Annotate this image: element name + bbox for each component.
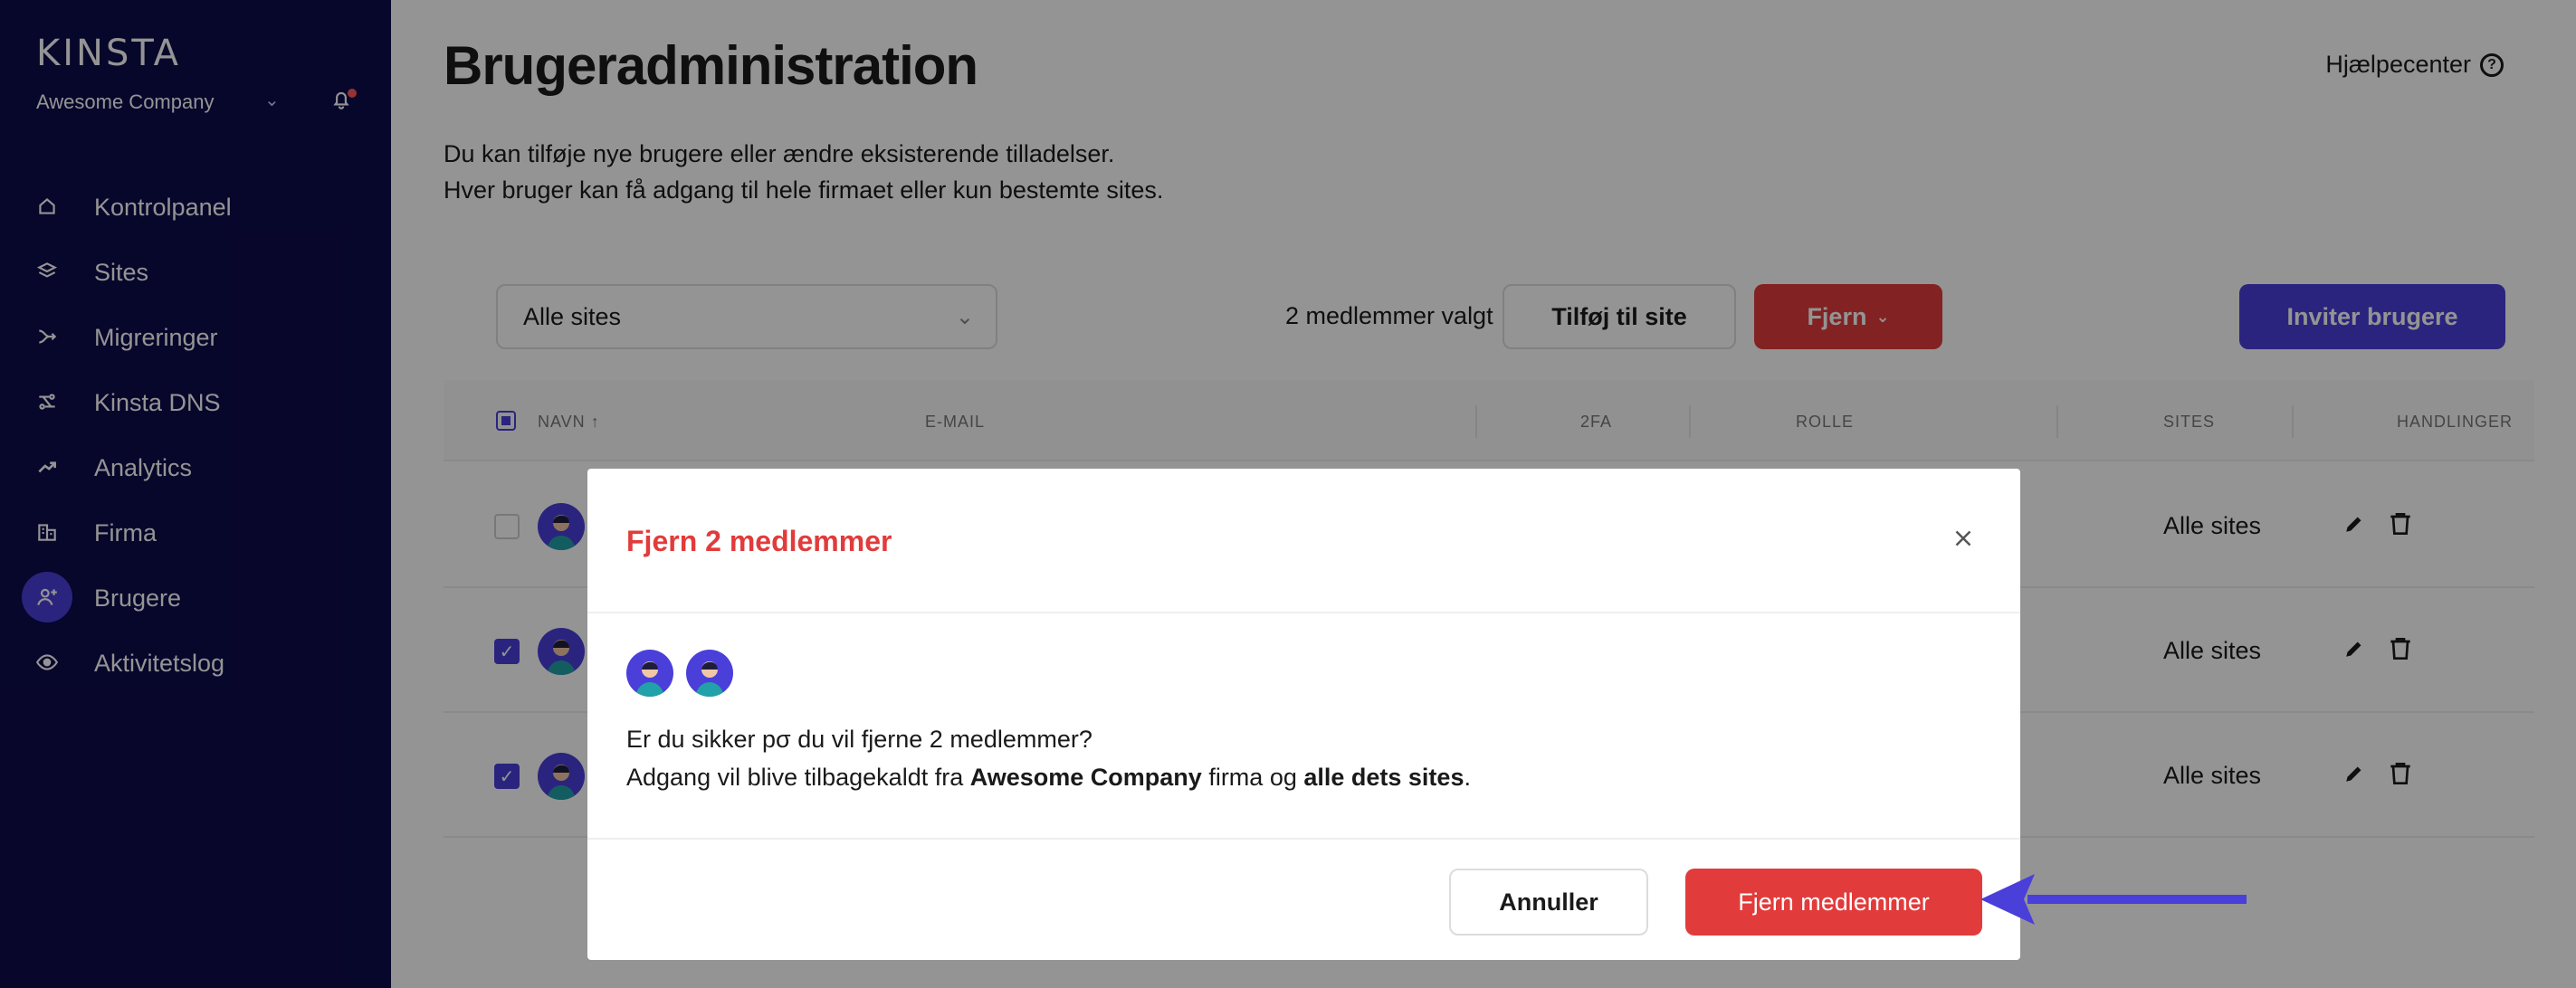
avatar	[686, 650, 733, 697]
avatar	[626, 650, 673, 697]
revoke-scope: alle dets sites	[1303, 764, 1465, 791]
confirmation-question: Er du sikker pσ du vil fjerne 2 medlemme…	[626, 726, 1092, 753]
confirm-remove-members-button[interactable]: Fjern medlemmer	[1685, 869, 1982, 936]
remove-members-dialog: Fjern 2 medlemmer Er du sikker pσ du vil…	[587, 469, 2020, 960]
dialog-header: Fjern 2 medlemmer	[587, 469, 2020, 613]
revoke-message: Adgang vil blive tilbagekaldt fra Awesom…	[626, 764, 1471, 791]
annotation-arrow	[1980, 874, 2247, 925]
company-name: Awesome Company	[969, 764, 1202, 791]
selected-members-avatars	[626, 650, 733, 697]
close-icon[interactable]	[1950, 525, 1977, 552]
dialog-body: Er du sikker pσ du vil fjerne 2 medlemme…	[587, 613, 2020, 840]
cancel-button[interactable]: Annuller	[1449, 869, 1648, 936]
dialog-title: Fjern 2 medlemmer	[626, 525, 892, 557]
